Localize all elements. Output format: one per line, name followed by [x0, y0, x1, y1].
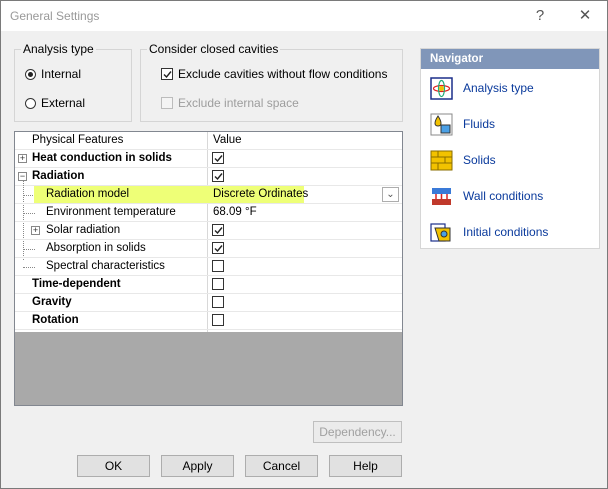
fluids-icon [430, 113, 453, 135]
analysis-type-icon [430, 76, 453, 100]
nav-label: Solids [463, 153, 496, 167]
nav-label: Fluids [463, 117, 496, 131]
ok-button[interactable]: OK [77, 455, 150, 477]
navigator-panel: Navigator Analysis type Fluids Solids Wa… [420, 48, 600, 249]
exclude-cavities-check-icon[interactable] [161, 68, 173, 80]
table-row[interactable]: Absorption in solids [15, 240, 402, 258]
nav-wall-conditions[interactable]: Wall conditions [430, 183, 543, 209]
physical-features-grid: Physical Features Value + Heat conductio… [14, 131, 403, 406]
exclude-cavities-checkbox[interactable]: Exclude cavities without flow conditions [161, 67, 387, 81]
table-row-selected[interactable]: Radiation model Discrete Ordinates ⌄ [15, 186, 402, 204]
chevron-down-icon[interactable]: ⌄ [382, 187, 399, 202]
row-checkbox[interactable] [212, 242, 224, 254]
close-icon[interactable]: ✕ [571, 5, 599, 27]
analysis-type-label: Analysis type [21, 42, 96, 56]
solids-icon [430, 150, 453, 170]
table-row[interactable]: − Radiation [15, 168, 402, 186]
radio-external-label: External [41, 96, 86, 110]
row-name: Rotation [32, 314, 79, 326]
row-name: Radiation [32, 170, 85, 182]
general-settings-dialog: General Settings ? ✕ Analysis type Inter… [0, 0, 608, 489]
grid-header: Physical Features Value [15, 132, 402, 150]
row-name: Time-dependent [32, 278, 121, 290]
radio-internal[interactable]: Internal [25, 67, 81, 81]
row-checkbox[interactable] [212, 278, 224, 290]
nav-label: Wall conditions [463, 189, 544, 203]
row-checkbox[interactable] [212, 260, 224, 272]
grid-body: Physical Features Value + Heat conductio… [15, 132, 402, 332]
table-row[interactable]: Rotation [15, 312, 402, 330]
exclude-internal-space-label: Exclude internal space [178, 96, 299, 110]
row-checkbox[interactable] [212, 224, 224, 236]
wall-conditions-icon [432, 187, 451, 205]
nav-initial-conditions[interactable]: Initial conditions [430, 219, 548, 245]
expand-icon[interactable]: + [31, 226, 40, 235]
environment-temperature-value[interactable]: 68.09 °F [213, 206, 257, 218]
title-bar: General Settings ? ✕ [1, 1, 607, 31]
row-checkbox[interactable] [212, 296, 224, 308]
radiation-model-value[interactable]: Discrete Ordinates [213, 188, 308, 200]
table-row[interactable]: Time-dependent [15, 276, 402, 294]
table-row[interactable]: Spectral characteristics [15, 258, 402, 276]
closed-cavities-group: Consider closed cavities Exclude cavitie… [140, 42, 403, 122]
row-name: Spectral characteristics [46, 260, 165, 272]
dependency-button[interactable]: Dependency... [313, 421, 402, 443]
expand-icon[interactable]: + [18, 154, 27, 163]
nav-label: Initial conditions [463, 225, 549, 239]
closed-cavities-label: Consider closed cavities [147, 42, 281, 56]
apply-button[interactable]: Apply [161, 455, 234, 477]
exclude-internal-space-checkbox: Exclude internal space [161, 96, 299, 110]
row-checkbox[interactable] [212, 314, 224, 326]
nav-label: Analysis type [463, 81, 534, 95]
help-icon[interactable]: ? [526, 5, 554, 27]
window-title: General Settings [10, 9, 100, 23]
help-button[interactable]: Help [329, 455, 402, 477]
row-checkbox[interactable] [212, 152, 224, 164]
radio-external-indicator[interactable] [25, 97, 36, 109]
row-name: Radiation model [46, 188, 130, 200]
analysis-type-group: Analysis type Internal External [14, 42, 132, 122]
header-value: Value [213, 134, 242, 146]
nav-solids[interactable]: Solids [430, 147, 496, 173]
exclude-cavities-label: Exclude cavities without flow conditions [178, 67, 388, 81]
exclude-internal-space-box [161, 97, 173, 109]
table-row[interactable]: + Heat conduction in solids [15, 150, 402, 168]
table-row[interactable]: Gravity [15, 294, 402, 312]
table-row[interactable]: + Solar radiation [15, 222, 402, 240]
radio-external[interactable]: External [25, 96, 85, 110]
row-name: Heat conduction in solids [32, 152, 172, 164]
radio-internal-label: Internal [41, 67, 82, 81]
row-name: Environment temperature [46, 206, 176, 218]
nav-fluids[interactable]: Fluids [430, 111, 495, 137]
initial-conditions-icon [430, 222, 451, 242]
row-checkbox[interactable] [212, 170, 224, 182]
navigator-title: Navigator [421, 49, 599, 69]
row-name: Solar radiation [46, 224, 121, 236]
cancel-button[interactable]: Cancel [245, 455, 318, 477]
table-row[interactable]: Environment temperature 68.09 °F [15, 204, 402, 222]
header-physical-features: Physical Features [32, 134, 124, 146]
row-name: Gravity [32, 296, 72, 308]
radio-internal-indicator[interactable] [25, 68, 36, 80]
nav-analysis-type[interactable]: Analysis type [430, 75, 534, 101]
row-name: Absorption in solids [46, 242, 146, 254]
